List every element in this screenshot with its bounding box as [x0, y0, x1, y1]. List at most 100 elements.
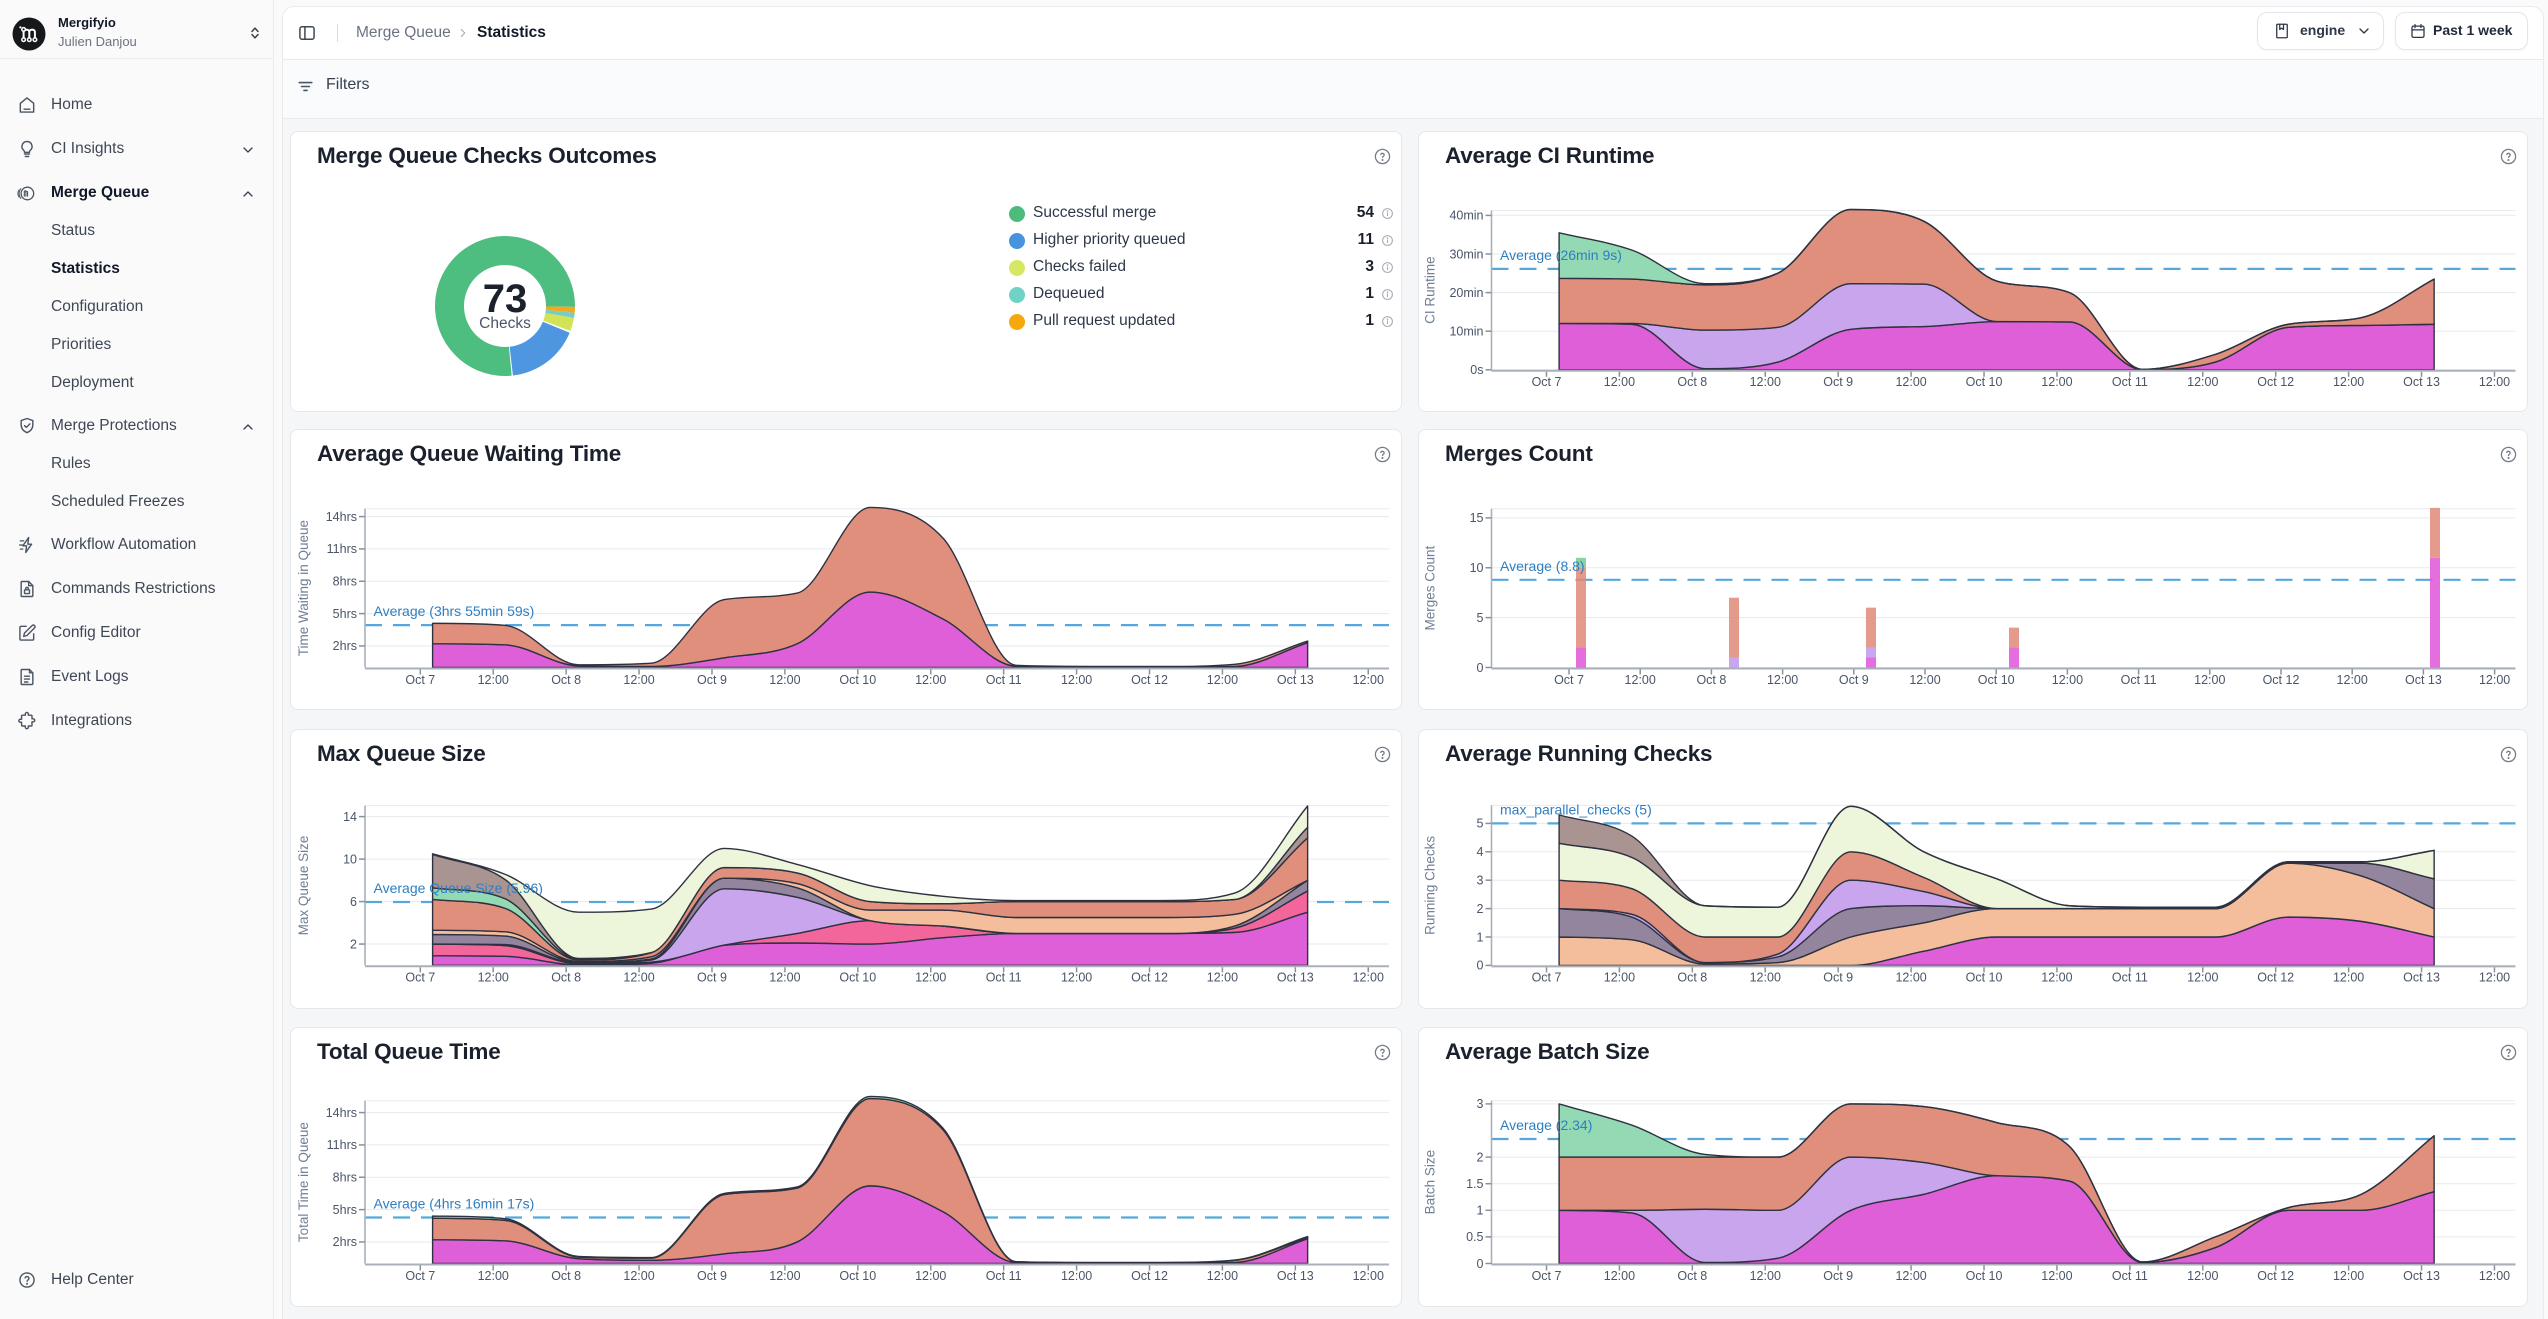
svg-text:Average (3hrs 55min 59s): Average (3hrs 55min 59s) [374, 603, 535, 619]
svg-text:12:00: 12:00 [2187, 971, 2218, 985]
svg-text:12:00: 12:00 [478, 971, 509, 985]
svg-text:0: 0 [1477, 959, 1484, 973]
svg-text:14hrs: 14hrs [326, 1106, 357, 1120]
svg-text:12:00: 12:00 [2041, 1269, 2072, 1283]
svg-text:Oct 7: Oct 7 [1554, 673, 1584, 687]
svg-text:Oct 10: Oct 10 [839, 673, 876, 687]
svg-text:12:00: 12:00 [478, 673, 509, 687]
svg-text:Oct 10: Oct 10 [839, 971, 876, 985]
svg-text:Total Time in Queue: Total Time in Queue [296, 1122, 311, 1242]
svg-text:12:00: 12:00 [2479, 971, 2510, 985]
svg-text:2: 2 [1477, 1150, 1484, 1164]
svg-text:12:00: 12:00 [2052, 673, 2083, 687]
svg-text:Oct 11: Oct 11 [986, 1269, 1022, 1283]
svg-text:12:00: 12:00 [1625, 673, 1656, 687]
svg-text:12:00: 12:00 [623, 971, 654, 985]
svg-text:12:00: 12:00 [2479, 673, 2510, 687]
svg-text:20min: 20min [1449, 286, 1483, 300]
svg-text:Oct 12: Oct 12 [2257, 1269, 2294, 1283]
svg-text:Max Queue Size: Max Queue Size [296, 836, 311, 936]
svg-text:Oct 13: Oct 13 [2405, 673, 2442, 687]
svg-text:Average (26min 9s): Average (26min 9s) [1500, 247, 1622, 263]
svg-text:max_parallel_checks (5): max_parallel_checks (5) [1500, 801, 1652, 817]
svg-text:14: 14 [343, 810, 357, 824]
svg-text:12:00: 12:00 [1909, 673, 1940, 687]
svg-text:Running Checks: Running Checks [1423, 836, 1438, 935]
svg-text:12:00: 12:00 [1750, 971, 1781, 985]
svg-text:Oct 12: Oct 12 [2263, 673, 2300, 687]
svg-text:CI Runtime: CI Runtime [1423, 256, 1438, 324]
svg-text:Oct 13: Oct 13 [1277, 1269, 1314, 1283]
svg-text:2hrs: 2hrs [333, 1235, 357, 1249]
svg-text:3: 3 [1477, 874, 1484, 888]
svg-text:12:00: 12:00 [1353, 673, 1384, 687]
svg-text:12:00: 12:00 [623, 1269, 654, 1283]
svg-text:8hrs: 8hrs [333, 1171, 357, 1185]
svg-text:Oct 11: Oct 11 [2112, 1269, 2148, 1283]
svg-text:Average (4hrs 16min 17s): Average (4hrs 16min 17s) [374, 1196, 535, 1212]
svg-text:12:00: 12:00 [478, 1269, 509, 1283]
svg-text:12:00: 12:00 [2041, 375, 2072, 389]
svg-text:12:00: 12:00 [1750, 1269, 1781, 1283]
svg-text:Oct 8: Oct 8 [551, 971, 581, 985]
svg-text:Oct 11: Oct 11 [986, 971, 1022, 985]
svg-text:Oct 13: Oct 13 [2403, 375, 2440, 389]
svg-text:12:00: 12:00 [2479, 375, 2510, 389]
svg-text:Oct 7: Oct 7 [405, 673, 435, 687]
svg-text:8hrs: 8hrs [333, 575, 357, 589]
svg-text:6: 6 [350, 895, 357, 909]
svg-text:14hrs: 14hrs [326, 510, 357, 524]
svg-text:Oct 9: Oct 9 [697, 673, 727, 687]
svg-text:Oct 7: Oct 7 [1532, 1269, 1562, 1283]
svg-text:Oct 9: Oct 9 [1839, 673, 1869, 687]
svg-text:10min: 10min [1449, 325, 1483, 339]
svg-text:11hrs: 11hrs [327, 1138, 357, 1152]
svg-text:Time Waiting in Queue: Time Waiting in Queue [296, 520, 311, 656]
svg-text:12:00: 12:00 [623, 673, 654, 687]
svg-text:Oct 10: Oct 10 [1966, 971, 2003, 985]
svg-text:Oct 11: Oct 11 [2121, 673, 2157, 687]
svg-text:5: 5 [1477, 817, 1484, 831]
svg-text:40min: 40min [1449, 209, 1483, 223]
svg-text:Merges Count: Merges Count [1423, 545, 1438, 630]
svg-text:12:00: 12:00 [2333, 1269, 2364, 1283]
svg-text:0s: 0s [1470, 363, 1483, 377]
svg-text:12:00: 12:00 [769, 1269, 800, 1283]
svg-text:11hrs: 11hrs [327, 542, 357, 556]
svg-text:Oct 13: Oct 13 [2403, 971, 2440, 985]
svg-text:12:00: 12:00 [2337, 673, 2368, 687]
svg-text:Oct 7: Oct 7 [405, 971, 435, 985]
svg-text:Oct 11: Oct 11 [986, 673, 1022, 687]
svg-text:12:00: 12:00 [1750, 375, 1781, 389]
svg-text:Oct 11: Oct 11 [2112, 971, 2148, 985]
svg-text:12:00: 12:00 [1207, 1269, 1238, 1283]
svg-text:1: 1 [1477, 930, 1484, 944]
svg-text:Oct 7: Oct 7 [1532, 971, 1562, 985]
svg-text:2: 2 [1477, 902, 1484, 916]
svg-text:12:00: 12:00 [1895, 375, 1926, 389]
svg-text:Average (8.8): Average (8.8) [1500, 558, 1585, 574]
svg-text:Oct 8: Oct 8 [1696, 673, 1726, 687]
svg-text:Oct 13: Oct 13 [2403, 1269, 2440, 1283]
svg-text:Oct 10: Oct 10 [1966, 375, 2003, 389]
svg-text:12:00: 12:00 [2041, 971, 2072, 985]
svg-text:30min: 30min [1449, 247, 1483, 261]
svg-text:3: 3 [1477, 1097, 1484, 1111]
svg-text:0: 0 [1477, 661, 1484, 675]
svg-text:12:00: 12:00 [2187, 375, 2218, 389]
svg-text:12:00: 12:00 [1604, 1269, 1635, 1283]
svg-text:2hrs: 2hrs [333, 639, 357, 653]
svg-text:Oct 12: Oct 12 [1131, 673, 1168, 687]
svg-text:12:00: 12:00 [1061, 673, 1092, 687]
svg-text:1.5: 1.5 [1466, 1177, 1483, 1191]
svg-text:10: 10 [343, 852, 357, 866]
svg-text:Oct 9: Oct 9 [1823, 971, 1853, 985]
svg-text:Oct 9: Oct 9 [697, 971, 727, 985]
svg-text:12:00: 12:00 [769, 673, 800, 687]
svg-text:Average (2.34): Average (2.34) [1500, 1117, 1592, 1133]
svg-text:Oct 7: Oct 7 [405, 1269, 435, 1283]
svg-text:1: 1 [1477, 1204, 1484, 1218]
svg-text:Oct 10: Oct 10 [1978, 673, 2015, 687]
svg-text:12:00: 12:00 [1895, 1269, 1926, 1283]
svg-text:5: 5 [1477, 611, 1484, 625]
